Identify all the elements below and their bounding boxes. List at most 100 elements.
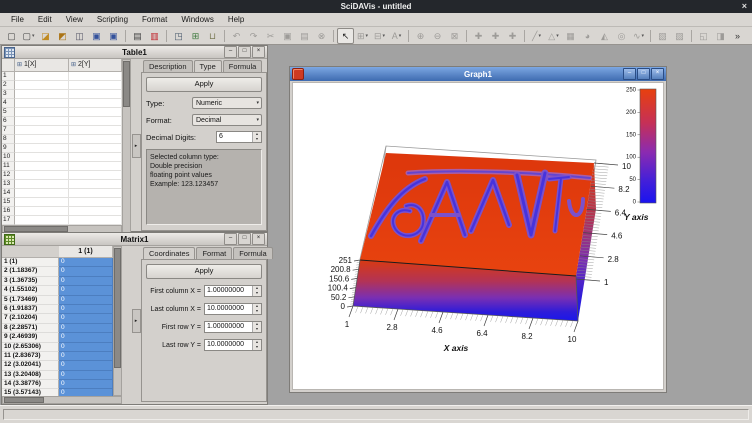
new-project-icon[interactable]: ▢ <box>3 28 20 44</box>
matrix-row-header[interactable]: 7 (2.10204) <box>2 314 59 323</box>
matrix-cell[interactable]: 0 <box>59 305 113 314</box>
matrix-row-header[interactable]: 3 (1.36735) <box>2 277 59 286</box>
matrix-row-header[interactable]: 11 (2.83673) <box>2 352 59 361</box>
matrix-row-header[interactable]: 2 (1.18367) <box>2 267 59 276</box>
graph1-canvas[interactable]: 251200.8150.6100.450.20 12.84.66.48.210 … <box>292 82 664 390</box>
table-cell[interactable] <box>69 117 122 126</box>
table1-tab-formula[interactable]: Formula <box>223 60 263 72</box>
matrix-row-header[interactable]: 10 (2.65306) <box>2 343 59 352</box>
table1-titlebar[interactable]: Table1 – □ × <box>2 46 267 59</box>
graph1-titlebar[interactable]: Graph1 – □ × <box>290 67 666 81</box>
table1-panel-splitter[interactable]: ▸ <box>131 59 141 233</box>
matrix-cell[interactable]: 0 <box>59 343 113 352</box>
type-dropdown[interactable]: Numeric ▾ <box>192 97 262 109</box>
table-cell[interactable] <box>15 81 69 90</box>
row-number[interactable]: 10 <box>2 153 15 162</box>
table-cell[interactable] <box>15 108 69 117</box>
row-number[interactable]: 6 <box>2 117 15 126</box>
table-cell[interactable] <box>15 180 69 189</box>
screen-reader-icon[interactable]: ✚ <box>470 28 487 44</box>
row-number[interactable]: 2 <box>2 81 15 90</box>
graph1-close-icon[interactable]: × <box>651 68 664 80</box>
row-number[interactable]: 1 <box>2 72 15 81</box>
zoom-in-icon[interactable]: ⊕ <box>412 28 429 44</box>
matrix-cell[interactable]: 0 <box>59 361 113 370</box>
last-row-y-spinbox[interactable]: 10.0000000▲▼ <box>204 339 262 351</box>
table-cell[interactable] <box>69 189 122 198</box>
matrix1-panel-splitter[interactable]: ▸ <box>131 246 141 396</box>
draw-line-icon[interactable]: ╱▾ <box>528 28 545 44</box>
plot-curve-icon[interactable]: ∿▾ <box>630 28 647 44</box>
add-function-curve-icon[interactable]: △▾ <box>545 28 562 44</box>
format-dropdown[interactable]: Decimal ▾ <box>192 114 262 126</box>
save-project-icon[interactable]: ▣ <box>88 28 105 44</box>
table1-maximize-icon[interactable]: □ <box>238 46 251 58</box>
matrix-row-header[interactable]: 14 (3.38776) <box>2 380 59 389</box>
menu-file[interactable]: File <box>4 13 31 26</box>
matrix-cell[interactable]: 0 <box>59 380 113 389</box>
table1-minimize-icon[interactable]: – <box>224 46 237 58</box>
table-cell[interactable] <box>69 207 122 216</box>
table-cell[interactable] <box>15 198 69 207</box>
decimal-digits-spinbox[interactable]: 6 ▲▼ <box>216 131 262 143</box>
graph-options-icon[interactable]: ▨ <box>671 28 688 44</box>
matrix-row-header[interactable]: 4 (1.55102) <box>2 286 59 295</box>
matrix-cell[interactable]: 0 <box>59 352 113 361</box>
import-ascii-icon[interactable]: ◩ <box>54 28 71 44</box>
save-project-as-icon[interactable]: ▣ <box>105 28 122 44</box>
row-number[interactable]: 16 <box>2 207 15 216</box>
open-project-icon[interactable]: ◪ <box>37 28 54 44</box>
table-cell[interactable] <box>15 153 69 162</box>
matrix1-vscrollbar[interactable] <box>113 246 122 396</box>
menu-scripting[interactable]: Scripting <box>90 13 135 26</box>
table1-grid[interactable]: ⊞1[X]⊞2[Y] 1234567891011121314151617 <box>2 59 122 225</box>
add-column-icon[interactable]: ◨ <box>712 28 729 44</box>
table1-vscrollbar[interactable] <box>122 59 131 233</box>
plot-3d-bars-icon[interactable]: ◭ <box>596 28 613 44</box>
last-column-x-spinbox[interactable]: 10.0000000▲▼ <box>204 303 262 315</box>
table-cell[interactable] <box>69 126 122 135</box>
table-cell[interactable] <box>15 207 69 216</box>
table-cell[interactable] <box>69 144 122 153</box>
table-cell[interactable] <box>69 162 122 171</box>
lock-toolbars-icon[interactable]: ⊔ <box>204 28 221 44</box>
add-layer-icon[interactable]: ◱ <box>695 28 712 44</box>
first-column-x-spinbox[interactable]: 1.00000000▲▼ <box>204 285 262 297</box>
move-data-points-icon[interactable]: ⊟▾ <box>371 28 388 44</box>
table-cell[interactable] <box>69 180 122 189</box>
row-number[interactable]: 11 <box>2 162 15 171</box>
matrix-row-header[interactable]: 13 (3.20408) <box>2 371 59 380</box>
data-reader-icon[interactable]: ✚ <box>487 28 504 44</box>
matrix1-minimize-icon[interactable]: – <box>224 233 237 245</box>
matrix1-apply-button[interactable]: Apply <box>146 264 262 279</box>
table-cell[interactable] <box>69 72 122 81</box>
row-number[interactable]: 13 <box>2 180 15 189</box>
menu-format[interactable]: Format <box>135 13 174 26</box>
matrix-row-header[interactable]: 6 (1.91837) <box>2 305 59 314</box>
table-cell[interactable] <box>69 108 122 117</box>
table1-column-headers[interactable]: ⊞1[X]⊞2[Y] <box>2 59 122 72</box>
table-cell[interactable] <box>69 90 122 99</box>
add-image-icon[interactable]: ▦ <box>562 28 579 44</box>
matrix-row-header[interactable]: 9 (2.46939) <box>2 333 59 342</box>
table-cell[interactable] <box>69 153 122 162</box>
matrix-row-header[interactable]: 12 (3.02041) <box>2 361 59 370</box>
rescale-to-show-all-icon[interactable]: ⊠ <box>446 28 463 44</box>
matrix-cell[interactable]: 0 <box>59 258 113 267</box>
select-peak-icon[interactable]: ✚ <box>504 28 521 44</box>
table1-panel-expander-icon[interactable]: ▸ <box>132 134 141 158</box>
zoom-out-icon[interactable]: ⊖ <box>429 28 446 44</box>
matrix-cell[interactable]: 0 <box>59 267 113 276</box>
row-number[interactable]: 5 <box>2 108 15 117</box>
table1-close-icon[interactable]: × <box>252 46 265 58</box>
matrix-cell[interactable]: 0 <box>59 314 113 323</box>
row-number[interactable]: 4 <box>2 99 15 108</box>
print-icon[interactable]: ▤ <box>129 28 146 44</box>
row-number[interactable]: 7 <box>2 126 15 135</box>
matrix1-grid[interactable]: 1 (1) 1 (1)02 (1.18367)03 (1.36735)04 (1… <box>2 246 113 398</box>
matrix1-column-header[interactable]: 1 (1) <box>59 246 113 258</box>
matrix1-tab-format[interactable]: Format <box>196 247 232 259</box>
table-cell[interactable] <box>15 189 69 198</box>
matrix-row-header[interactable]: 1 (1) <box>2 258 59 267</box>
row-number[interactable]: 3 <box>2 90 15 99</box>
